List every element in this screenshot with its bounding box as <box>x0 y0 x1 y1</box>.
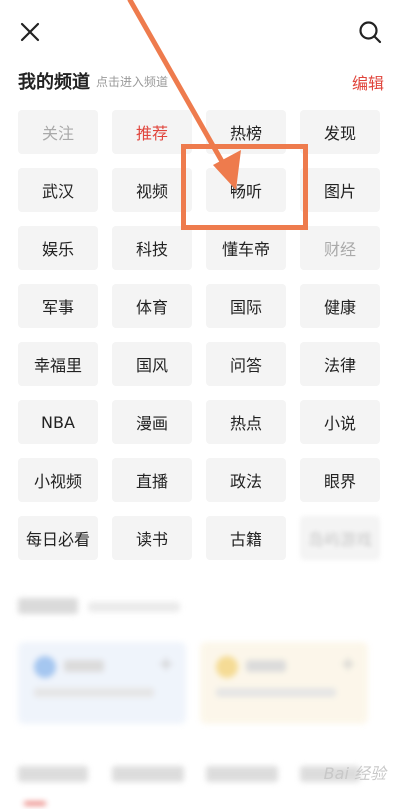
channel-chip[interactable]: 法律 <box>300 342 380 386</box>
channel-chip[interactable]: 视频 <box>112 168 192 212</box>
close-icon <box>20 22 40 42</box>
section-title: 我的频道 <box>18 72 90 93</box>
channel-chip[interactable]: 漫画 <box>112 400 192 444</box>
card-title <box>246 660 286 672</box>
channel-chip[interactable]: 体育 <box>112 284 192 328</box>
card-description <box>216 688 336 697</box>
channel-chip[interactable]: 政法 <box>206 458 286 502</box>
channel-chip[interactable]: 健康 <box>300 284 380 328</box>
card-title <box>64 660 104 672</box>
search-button[interactable] <box>352 14 388 50</box>
top-bar <box>0 0 400 64</box>
tab-2[interactable] <box>112 766 184 782</box>
channel-chip[interactable]: 图片 <box>300 168 380 212</box>
plus-icon[interactable] <box>160 658 172 670</box>
channel-chip[interactable]: NBA <box>18 400 98 444</box>
channel-chip[interactable]: 问答 <box>206 342 286 386</box>
channel-chip[interactable]: 武汉 <box>18 168 98 212</box>
card-icon <box>216 656 238 678</box>
tab-hot[interactable] <box>18 766 88 782</box>
active-tab-indicator <box>24 802 46 805</box>
channel-chip[interactable]: 国风 <box>112 342 192 386</box>
channel-chip[interactable]: 小说 <box>300 400 380 444</box>
recommended-card[interactable] <box>200 642 368 724</box>
channel-chip[interactable]: 读书 <box>112 516 192 560</box>
card-description <box>34 688 154 697</box>
channel-chip[interactable]: 每日必看 <box>18 516 98 560</box>
card-icon <box>34 656 56 678</box>
section-hint: 点击进入频道 <box>96 75 169 89</box>
channel-chip[interactable]: 推荐 <box>112 110 192 154</box>
channel-chip[interactable]: 关注 <box>18 110 98 154</box>
channel-chip[interactable]: 眼界 <box>300 458 380 502</box>
search-icon <box>359 21 382 44</box>
channel-chip[interactable]: 娱乐 <box>18 226 98 270</box>
channel-chip[interactable]: 直播 <box>112 458 192 502</box>
recommended-subtitle <box>88 602 180 612</box>
channel-chip[interactable]: 发现 <box>300 110 380 154</box>
tab-3[interactable] <box>206 766 278 782</box>
recommended-card[interactable] <box>18 642 186 724</box>
my-channels-header: 我的频道 点击进入频道 编辑 <box>18 66 384 94</box>
channel-chip[interactable]: 热点 <box>206 400 286 444</box>
channel-chip[interactable]: 岛屿游戏 <box>300 516 380 560</box>
edit-button[interactable]: 编辑 <box>352 70 384 94</box>
channel-chip[interactable]: 国际 <box>206 284 286 328</box>
channel-chip[interactable]: 幸福里 <box>18 342 98 386</box>
channel-chip[interactable]: 科技 <box>112 226 192 270</box>
channel-chip[interactable]: 小视频 <box>18 458 98 502</box>
channel-chip[interactable]: 军事 <box>18 284 98 328</box>
channel-chip[interactable]: 古籍 <box>206 516 286 560</box>
channel-chip[interactable]: 财经 <box>300 226 380 270</box>
plus-icon[interactable] <box>342 658 354 670</box>
annotation-highlight-box <box>181 144 308 230</box>
recommended-title <box>18 598 78 614</box>
close-button[interactable] <box>12 14 48 50</box>
watermark: Bai 经验 <box>323 764 386 783</box>
channel-chip[interactable]: 懂车帝 <box>206 226 286 270</box>
